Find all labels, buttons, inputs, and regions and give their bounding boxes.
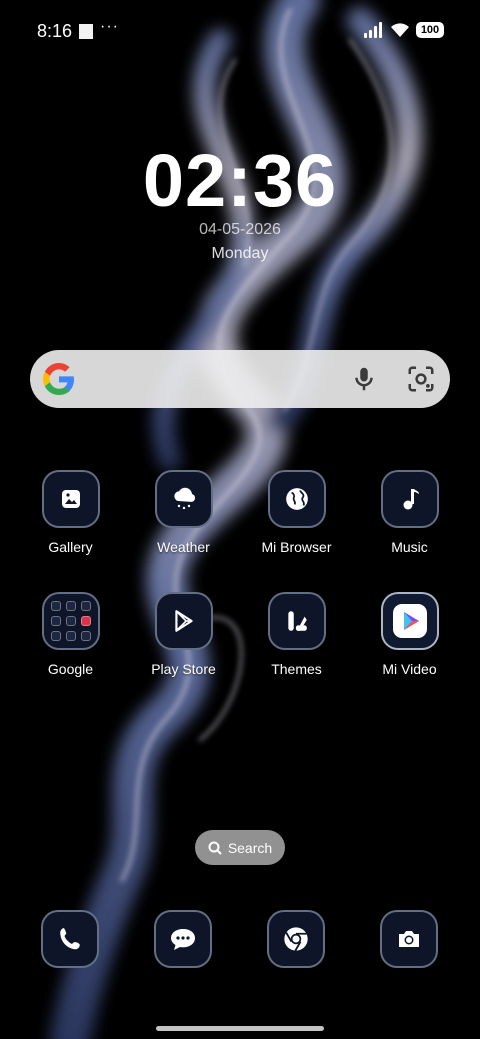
app-label: Google xyxy=(47,661,94,677)
app-play-store[interactable]: Play Store xyxy=(127,592,240,677)
app-label: Themes xyxy=(271,661,322,677)
app-mi-video[interactable]: Mi Video xyxy=(353,592,466,677)
mic-icon[interactable] xyxy=(349,364,379,394)
app-search-label: Search xyxy=(227,839,273,856)
camera-icon[interactable] xyxy=(380,910,438,968)
play-store-icon[interactable] xyxy=(154,592,213,650)
app-gallery[interactable]: Gallery xyxy=(14,470,127,555)
clock-time[interactable]: 02:36 xyxy=(0,138,480,223)
status-icons: 100 xyxy=(364,22,444,38)
search-icon xyxy=(208,841,222,855)
app-weather[interactable]: Weather xyxy=(127,470,240,555)
more-notifications-icon: ··· xyxy=(100,18,119,35)
status-time: 8:16 xyxy=(37,21,73,41)
gallery-icon[interactable] xyxy=(41,470,100,528)
app-themes[interactable]: Themes xyxy=(240,592,353,677)
app-label: Mi Video xyxy=(382,661,437,677)
google-search-bar[interactable] xyxy=(30,350,450,408)
notification-square-icon xyxy=(79,24,93,39)
app-label: Play Store xyxy=(151,661,216,677)
clock-date: 04-05-2026 xyxy=(199,221,281,238)
home-gesture-bar[interactable] xyxy=(156,1026,324,1031)
folder-icon[interactable] xyxy=(41,592,100,650)
google-g-icon xyxy=(43,363,74,395)
app-label: Mi Browser xyxy=(261,539,332,555)
weather-icon[interactable] xyxy=(154,470,213,528)
battery-icon: 100 xyxy=(416,22,444,38)
lens-icon[interactable] xyxy=(406,364,436,394)
app-mi-browser[interactable]: Mi Browser xyxy=(240,470,353,555)
globe-icon[interactable] xyxy=(267,470,326,528)
wifi-icon xyxy=(391,23,409,37)
messages-icon[interactable] xyxy=(154,910,212,968)
music-icon[interactable] xyxy=(380,470,439,528)
themes-icon[interactable] xyxy=(267,592,326,650)
app-label: Weather xyxy=(157,539,210,555)
phone-icon[interactable] xyxy=(41,910,99,968)
app-label: Music xyxy=(391,539,428,555)
app-label: Gallery xyxy=(48,539,93,555)
signal-icon xyxy=(364,22,384,38)
app-search-button[interactable]: Search xyxy=(195,830,285,865)
app-google-folder[interactable]: Google xyxy=(14,592,127,677)
status-bar: 8:16 ··· 100 xyxy=(0,0,480,64)
app-music[interactable]: Music xyxy=(353,470,466,555)
chrome-icon[interactable] xyxy=(267,910,325,968)
clock-weekday: Monday xyxy=(211,245,269,262)
mi-video-icon[interactable] xyxy=(380,592,439,650)
